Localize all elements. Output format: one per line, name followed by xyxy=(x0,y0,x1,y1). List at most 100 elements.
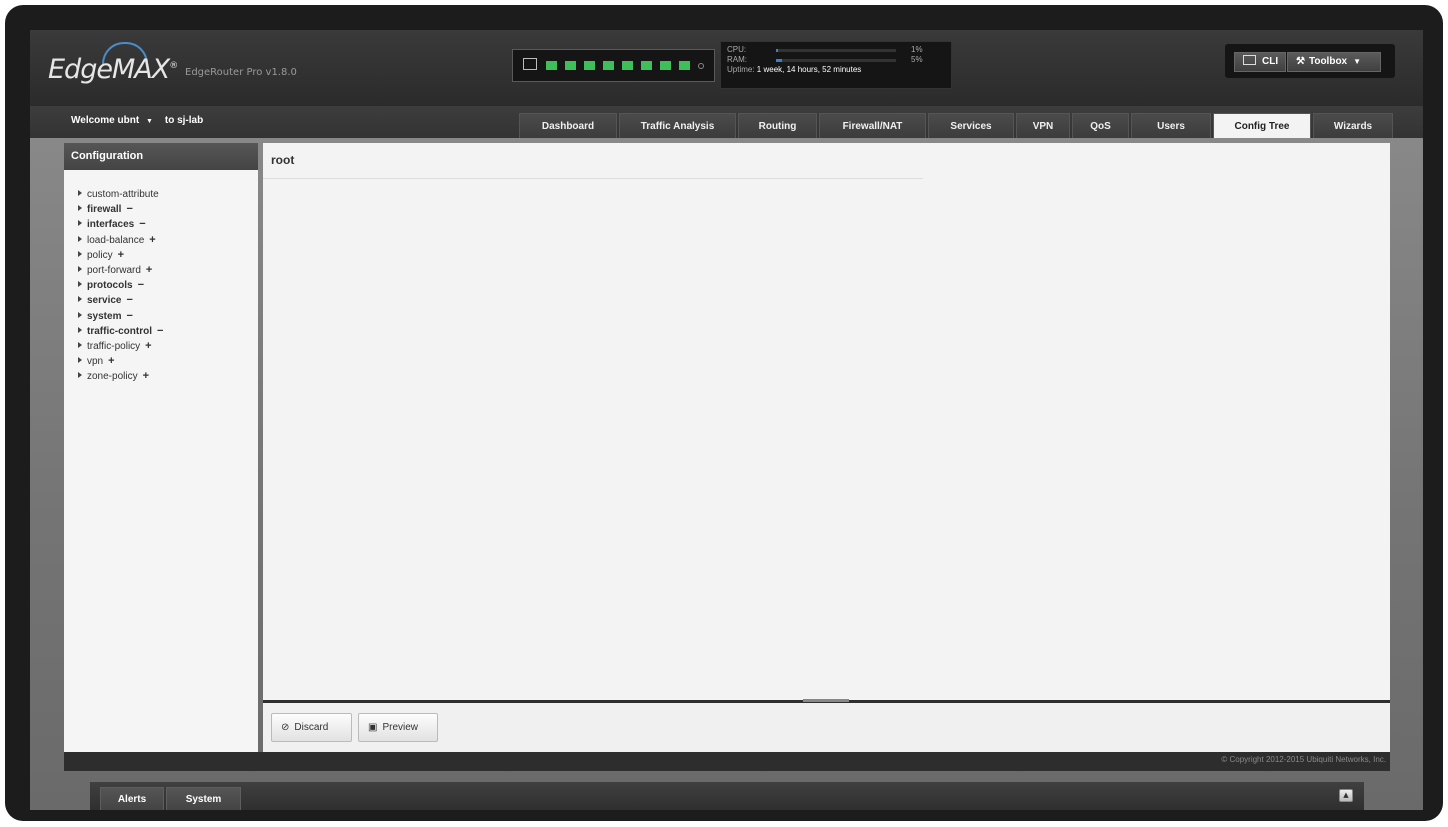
tree-item-traffic-control[interactable]: traffic-control − xyxy=(78,325,164,340)
caret-right-icon xyxy=(78,296,82,303)
config-content-panel: root xyxy=(263,143,1390,700)
tree-item-custom-attribute[interactable]: custom-attribute xyxy=(78,188,164,203)
tree-item-port-forward[interactable]: port-forward + xyxy=(78,264,164,279)
tree-item-firewall[interactable]: firewall − xyxy=(78,203,164,218)
tab-vpn[interactable]: VPN xyxy=(1016,113,1070,138)
node-path-title: root xyxy=(271,153,295,167)
app-window: EdgeMAX® EdgeRouter Pro v1.8.0 CPU: 1% R… xyxy=(30,30,1423,810)
caret-right-icon xyxy=(78,311,82,318)
cpu-bar-fill xyxy=(776,49,779,52)
save-icon: ▣ xyxy=(368,722,378,733)
cpu-value: 1% xyxy=(911,45,923,54)
minus-icon: − xyxy=(126,203,133,216)
console-port-icon xyxy=(523,58,537,70)
wrench-icon: ⚒ xyxy=(1296,56,1305,67)
system-stats: CPU: 1% RAM: 5% Uptime: 1 week, 14 hours… xyxy=(720,41,952,89)
cpu-label: CPU: xyxy=(727,45,747,54)
toolbox-button[interactable]: ⚒ Toolbox ▼ xyxy=(1287,52,1381,72)
device-frame: EdgeMAX® EdgeRouter Pro v1.8.0 CPU: 1% R… xyxy=(0,0,1448,827)
tab-firewall-nat[interactable]: Firewall/NAT xyxy=(819,113,926,138)
port-status-panel xyxy=(512,49,715,82)
divider xyxy=(263,178,923,179)
caret-right-icon xyxy=(78,326,82,333)
terminal-icon xyxy=(1243,55,1256,65)
caret-right-icon xyxy=(78,265,82,272)
ban-icon: ⊘ xyxy=(281,722,290,733)
caret-right-icon xyxy=(78,372,82,379)
caret-right-icon xyxy=(78,190,82,196)
tab-qos[interactable]: QoS xyxy=(1072,113,1129,138)
minus-icon: − xyxy=(139,218,146,231)
tree-item-protocols[interactable]: protocols − xyxy=(78,279,164,294)
welcome-menu[interactable]: Welcome ubnt ▼ to sj-lab xyxy=(71,115,203,126)
plus-icon: + xyxy=(149,233,156,246)
port-icon xyxy=(584,61,595,70)
ram-bar-fill xyxy=(776,59,782,62)
plus-icon: + xyxy=(145,339,152,352)
tree-item-interfaces[interactable]: interfaces − xyxy=(78,218,164,233)
ram-bar xyxy=(776,59,896,62)
minus-icon: − xyxy=(137,279,144,292)
caret-right-icon xyxy=(78,357,82,364)
bottom-panel-bar: Alerts System ▲ xyxy=(90,782,1364,810)
chevron-up-icon: ▲ xyxy=(1343,791,1349,799)
port-icon xyxy=(641,61,652,70)
port-icon xyxy=(603,61,614,70)
uptime-value: 1 week, 14 hours, 52 minutes xyxy=(756,65,862,74)
tree-item-policy[interactable]: policy + xyxy=(78,249,164,264)
sidebar-title: Configuration xyxy=(64,143,258,170)
tab-system[interactable]: System xyxy=(166,787,241,810)
preview-button[interactable]: ▣ Preview xyxy=(358,713,438,742)
port-icon xyxy=(679,61,690,70)
nav-bar: Welcome ubnt ▼ to sj-lab Dashboard Traffi… xyxy=(30,106,1423,138)
cpu-bar xyxy=(776,49,896,52)
tab-services[interactable]: Services xyxy=(928,113,1014,138)
tab-dashboard[interactable]: Dashboard xyxy=(519,113,617,138)
chevron-down-icon: ▼ xyxy=(1353,57,1362,66)
port-icon xyxy=(660,61,671,70)
caret-right-icon xyxy=(78,205,82,212)
tab-config-tree[interactable]: Config Tree xyxy=(1213,113,1311,138)
caret-right-icon xyxy=(78,220,82,227)
discard-button[interactable]: ⊘ Discard xyxy=(271,713,352,742)
tree-item-vpn[interactable]: vpn + xyxy=(78,355,164,370)
config-tree: custom-attribute firewall − interfaces − l… xyxy=(78,188,164,385)
plus-icon: + xyxy=(145,263,153,276)
header-bar: EdgeMAX® EdgeRouter Pro v1.8.0 CPU: 1% R… xyxy=(30,30,1423,107)
tree-item-load-balance[interactable]: load-balance + xyxy=(78,234,164,249)
minus-icon: − xyxy=(126,294,133,307)
plus-icon: + xyxy=(117,248,125,261)
tab-wizards[interactable]: Wizards xyxy=(1313,113,1393,138)
footer: © Copyright 2012-2015 Ubiquiti Networks,… xyxy=(64,752,1390,771)
action-bar: ⊘ Discard ▣ Preview xyxy=(263,703,1390,752)
tool-buttons: CLI ⚒ Toolbox ▼ xyxy=(1225,44,1395,78)
sfp-port-icon xyxy=(698,63,704,69)
caret-right-icon xyxy=(78,281,82,288)
logo: EdgeMAX® xyxy=(48,54,178,85)
tree-item-service[interactable]: service − xyxy=(78,294,164,309)
port-icon xyxy=(622,61,633,70)
tree-item-zone-policy[interactable]: zone-policy + xyxy=(78,370,164,385)
caret-right-icon xyxy=(78,250,82,257)
cli-button[interactable]: CLI xyxy=(1234,52,1286,72)
expand-panel-button[interactable]: ▲ xyxy=(1339,789,1353,802)
config-sidebar: Configuration custom-attribute firewall −… xyxy=(64,143,258,752)
tab-routing[interactable]: Routing xyxy=(738,113,817,138)
caret-right-icon xyxy=(78,341,82,348)
minus-icon: − xyxy=(126,309,133,322)
plus-icon: + xyxy=(142,370,150,383)
plus-icon: + xyxy=(108,355,115,368)
tree-item-system[interactable]: system − xyxy=(78,310,164,325)
tab-users[interactable]: Users xyxy=(1131,113,1211,138)
copyright-text: © Copyright 2012-2015 Ubiquiti Networks,… xyxy=(1221,755,1386,764)
drag-grip-icon xyxy=(803,699,849,702)
caret-right-icon xyxy=(78,235,82,242)
port-icon xyxy=(546,61,557,70)
tree-item-traffic-policy[interactable]: traffic-policy + xyxy=(78,340,164,355)
minus-icon: − xyxy=(157,324,164,337)
tab-alerts[interactable]: Alerts xyxy=(100,787,164,810)
uptime-row: Uptime: 1 week, 14 hours, 52 minutes xyxy=(727,65,861,74)
ram-label: RAM: xyxy=(727,55,747,64)
port-icon xyxy=(565,61,576,70)
tab-traffic-analysis[interactable]: Traffic Analysis xyxy=(619,113,736,138)
